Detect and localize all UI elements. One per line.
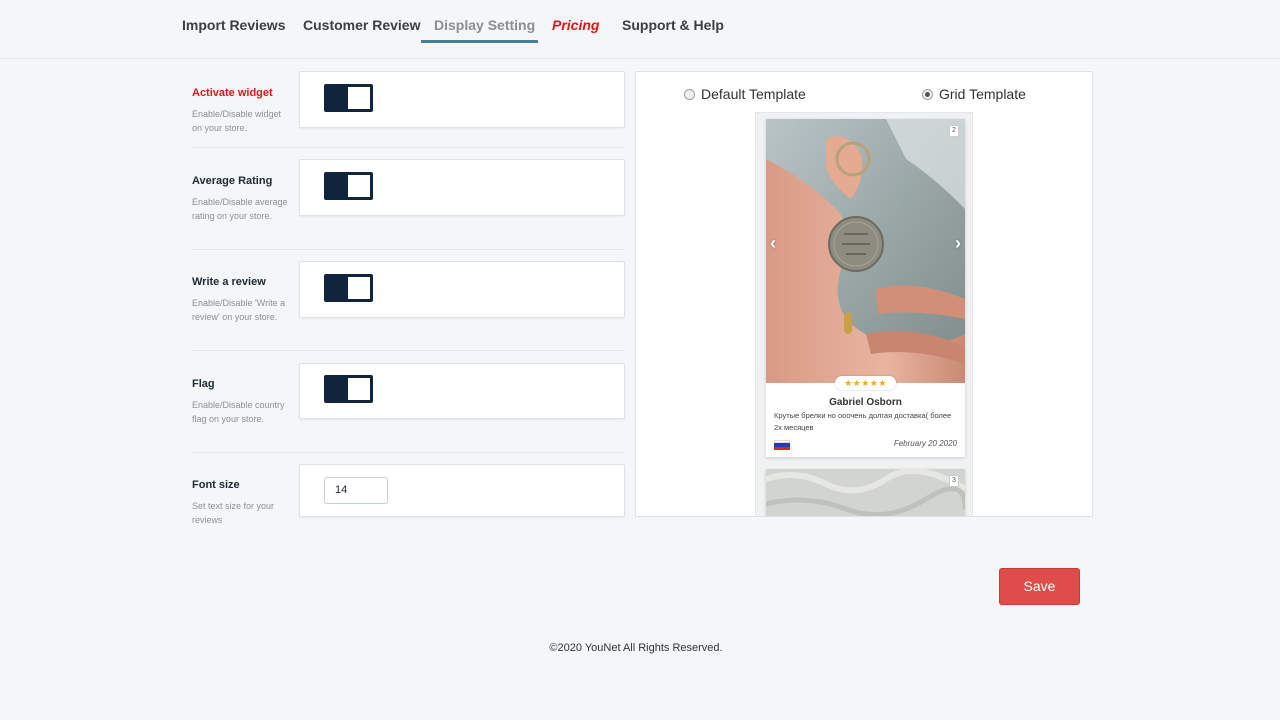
setting-write-review: Write a review Enable/Disable 'Write a r… — [192, 275, 292, 324]
active-tab-indicator — [421, 40, 538, 43]
setting-description: Enable/Disable country flag on your stor… — [192, 400, 285, 424]
review-date: February 20 2020 — [893, 439, 957, 448]
top-nav: Import Reviews Customer Review Display S… — [0, 0, 1280, 59]
preview-frame: ‹ › 2 ★★★★★ Gabriel Osborn Крутые брелки… — [755, 112, 973, 516]
tab-support-help[interactable]: Support & Help — [622, 17, 724, 33]
setting-flag: Flag Enable/Disable country flag on your… — [192, 377, 292, 426]
image-count-badge: 3 — [949, 475, 959, 487]
setting-font-size: Font size Set text size for your reviews — [192, 478, 292, 527]
tab-pricing[interactable]: Pricing — [552, 17, 599, 33]
save-button[interactable]: Save — [999, 568, 1080, 605]
setting-title: Font size — [192, 479, 240, 491]
default-template-option[interactable]: Default Template — [684, 86, 806, 102]
review-photo-image — [766, 119, 965, 383]
review-card: 3 — [766, 469, 965, 516]
setting-average-rating: Average Rating Enable/Disable average ra… — [192, 174, 292, 223]
grid-template-option[interactable]: Grid Template — [922, 86, 1026, 102]
flag-card — [299, 363, 625, 419]
setting-description: Enable/Disable widget on your store. — [192, 109, 282, 133]
toggle-knob — [348, 277, 370, 299]
default-template-radio[interactable] — [684, 88, 695, 100]
tab-display-setting[interactable]: Display Setting — [434, 17, 535, 33]
template-preview-panel: Default Template Grid Template ‹ › 2 ★★★… — [635, 71, 1093, 517]
review-card: ‹ › 2 ★★★★★ Gabriel Osborn Крутые брелки… — [766, 119, 965, 457]
grid-template-label: Grid Template — [939, 86, 1026, 102]
next-image-arrow[interactable]: › — [955, 233, 961, 254]
font-size-card: 14 — [299, 464, 625, 517]
divider — [192, 452, 624, 453]
review-text: Крутые брелки но ооочень долгая доставка… — [774, 411, 952, 432]
grid-template-radio[interactable] — [922, 88, 933, 100]
reviewer-name: Gabriel Osborn — [829, 397, 902, 408]
divider — [192, 147, 624, 148]
rating-stars: ★★★★★ — [835, 376, 896, 390]
activate-widget-card — [299, 71, 625, 128]
setting-description: Set text size for your reviews — [192, 501, 275, 525]
font-size-input[interactable]: 14 — [324, 477, 388, 504]
setting-title: Flag — [192, 378, 215, 390]
setting-title: Activate widget — [192, 87, 273, 99]
write-review-card — [299, 261, 625, 318]
average-rating-toggle[interactable] — [324, 172, 373, 200]
toggle-knob — [348, 378, 370, 400]
image-count-badge: 2 — [949, 125, 959, 137]
setting-description: Enable/Disable 'Write a review' on your … — [192, 298, 286, 322]
setting-title: Write a review — [192, 276, 266, 288]
tab-customer-review[interactable]: Customer Review — [303, 17, 420, 33]
russia-flag-icon — [774, 440, 790, 450]
setting-activate-widget: Activate widget Enable/Disable widget on… — [192, 86, 292, 135]
toggle-knob — [348, 87, 370, 109]
review-photo: ‹ › 2 — [766, 119, 965, 383]
setting-description: Enable/Disable average rating on your st… — [192, 197, 288, 221]
flag-toggle[interactable] — [324, 375, 373, 403]
average-rating-card — [299, 159, 625, 216]
write-review-toggle[interactable] — [324, 274, 373, 302]
review-photo-image — [766, 469, 965, 516]
setting-title: Average Rating — [192, 175, 273, 187]
default-template-label: Default Template — [701, 86, 806, 102]
toggle-knob — [348, 175, 370, 197]
tab-import-reviews[interactable]: Import Reviews — [182, 17, 285, 33]
divider — [192, 249, 624, 250]
activate-widget-toggle[interactable] — [324, 84, 373, 112]
footer-copyright: ©2020 YouNet All Rights Reserved. — [549, 642, 723, 654]
prev-image-arrow[interactable]: ‹ — [770, 233, 776, 254]
divider — [192, 350, 624, 351]
